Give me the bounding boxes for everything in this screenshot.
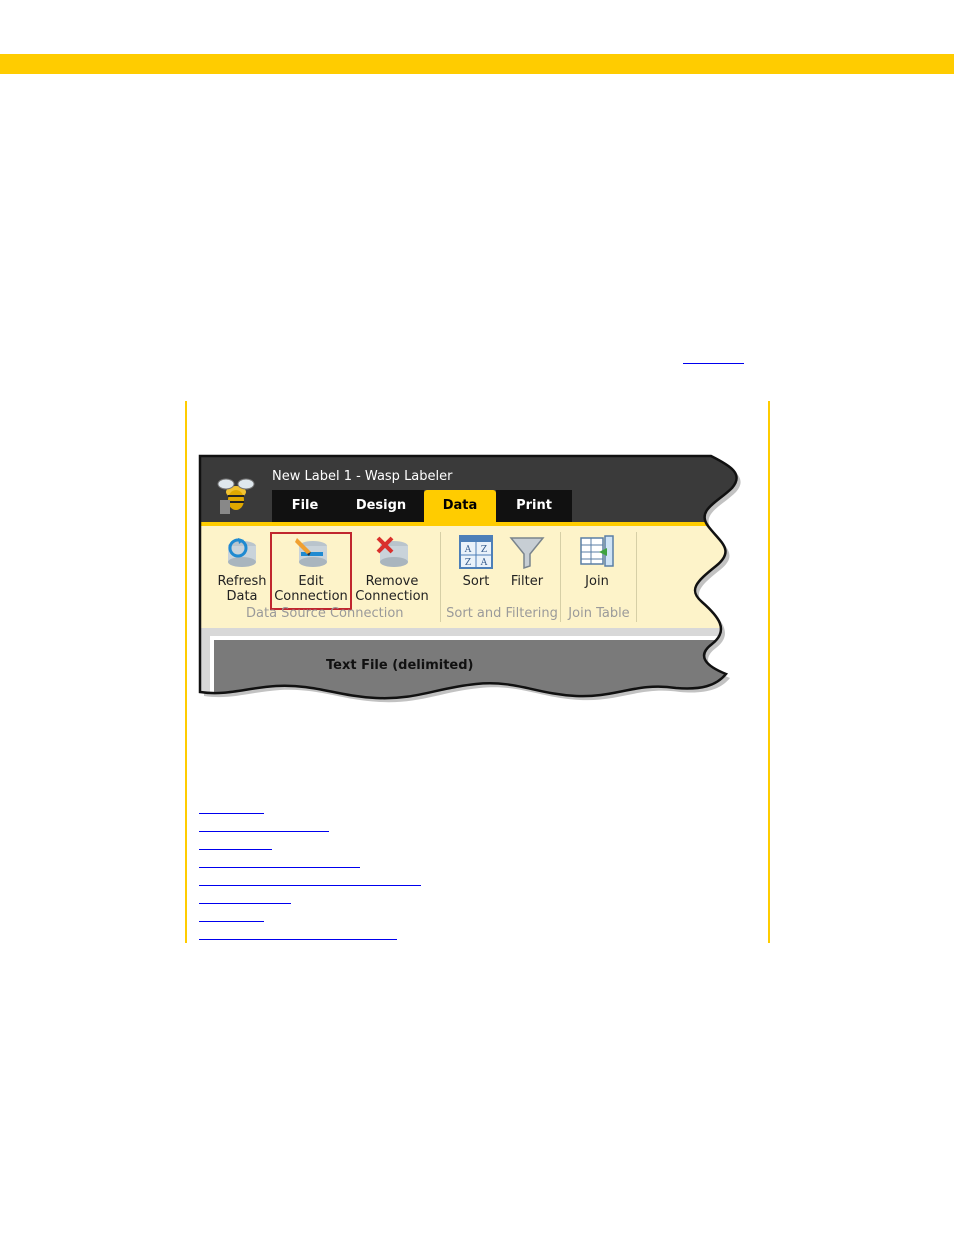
- remove-connection-icon: [376, 536, 408, 567]
- toc-link-3[interactable]: [199, 849, 272, 850]
- join-button[interactable]: Join: [570, 534, 624, 608]
- ribbon-separator: [636, 532, 637, 622]
- filter-label: Filter: [510, 574, 544, 589]
- edit-connection-button[interactable]: Edit Connection: [270, 532, 352, 610]
- refresh-data-label-2: Data: [226, 589, 258, 604]
- edit-connection-label-2: Connection: [274, 589, 348, 604]
- note-box-left-rule: [185, 401, 187, 943]
- sort-label: Sort: [462, 574, 490, 589]
- filter-button[interactable]: Filter: [502, 534, 552, 608]
- group-label-sort-and-filtering: Sort and Filtering: [446, 606, 558, 621]
- toc-link-1[interactable]: [199, 813, 264, 814]
- tab-file[interactable]: File: [272, 490, 338, 522]
- toc-link-2[interactable]: [199, 831, 329, 832]
- svg-text:A: A: [464, 545, 472, 555]
- sort-button[interactable]: A Z Z A Sort: [450, 534, 502, 608]
- group-label-data-source-connection: Data Source Connection: [246, 606, 404, 621]
- remove-connection-button[interactable]: Remove Connection: [352, 534, 432, 608]
- tab-print[interactable]: Print: [496, 490, 572, 522]
- filter-icon: [509, 537, 545, 570]
- refresh-data-icon: [228, 538, 256, 567]
- ribbon-separator: [440, 532, 441, 622]
- svg-text:A: A: [480, 558, 488, 568]
- toc-link-5[interactable]: [199, 885, 421, 886]
- svg-text:Z: Z: [481, 545, 487, 555]
- remove-connection-label-1: Remove: [365, 574, 419, 589]
- ribbon-separator: [560, 532, 561, 622]
- svg-text:Z: Z: [465, 558, 471, 568]
- note-box-right-rule: [768, 401, 770, 943]
- sort-icon: A Z Z A: [459, 535, 493, 569]
- refresh-data-label-1: Refresh: [217, 574, 267, 589]
- screenshot-figure: New Label 1 - Wasp Labeler File Design D…: [196, 452, 756, 704]
- tab-data[interactable]: Data: [424, 490, 496, 522]
- join-table-icon: [580, 535, 614, 567]
- remove-connection-label-2: Connection: [355, 589, 429, 604]
- header-accent-bar: [0, 54, 954, 74]
- toc-link-4[interactable]: [199, 867, 360, 868]
- data-source-type-text: Text File (delimited): [326, 658, 474, 673]
- edit-connection-label-1: Edit: [298, 574, 324, 589]
- toc-link-8[interactable]: [199, 939, 397, 940]
- window-title: New Label 1 - Wasp Labeler: [272, 469, 453, 484]
- inline-link[interactable]: [683, 349, 744, 364]
- toc-link-6[interactable]: [199, 903, 291, 904]
- refresh-data-button[interactable]: Refresh Data: [210, 534, 274, 608]
- tab-design[interactable]: Design: [338, 490, 424, 522]
- group-label-join-table: Join Table: [568, 606, 630, 621]
- toc-link-7[interactable]: [199, 921, 264, 922]
- edit-connection-icon: [295, 538, 327, 567]
- join-label: Join: [585, 574, 609, 589]
